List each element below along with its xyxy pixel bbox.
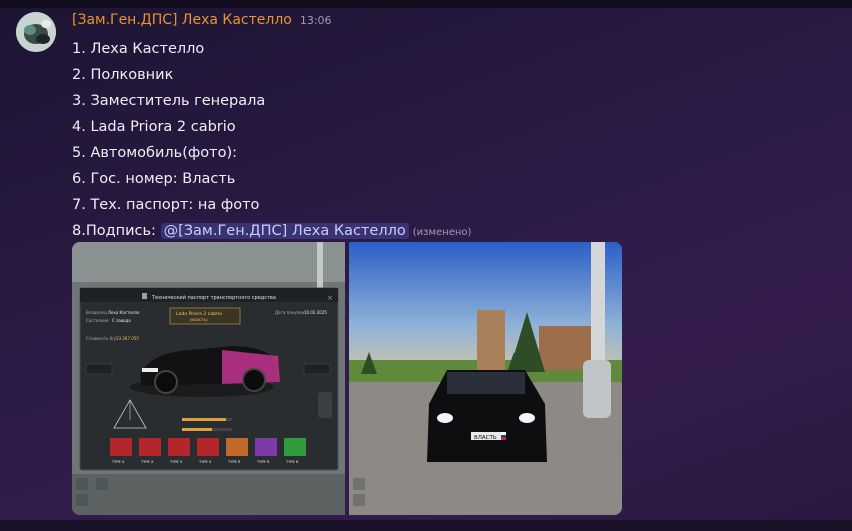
bottom-bar xyxy=(0,520,852,531)
type-card xyxy=(284,438,306,456)
message-line: 4. Lada Priora 2 cabrio xyxy=(72,119,236,135)
passport-title: Технический паспорт транспортного средст… xyxy=(151,294,276,301)
type-card xyxy=(110,438,132,456)
cost-value: 13 267 055 xyxy=(116,336,139,341)
car-sub: (ВЛАСТЬ) xyxy=(190,318,208,322)
message-username[interactable]: [Зам.Ген.ДПС] Леха Кастелло xyxy=(72,12,292,28)
message-header: [Зам.Ген.ДПС] Леха Кастелло 13:06 xyxy=(72,12,332,32)
user-avatar[interactable] xyxy=(16,12,56,52)
user-mention[interactable]: @[Зам.Ген.ДПС] Леха Кастелло xyxy=(160,223,409,239)
message-line: 5. Автомобиль(фото): xyxy=(72,145,238,161)
passport-doc-icon xyxy=(142,293,147,299)
type-card-label: TYPE X xyxy=(198,460,212,464)
type-card xyxy=(226,438,248,456)
type-card xyxy=(255,438,277,456)
passport-close-icon: × xyxy=(327,294,333,302)
message-line: 1. Леха Кастелло xyxy=(72,41,205,57)
owner-value: Леха Кастелло xyxy=(108,310,140,315)
message-line: 2. Полковник xyxy=(72,67,174,83)
purchase-date: 10.02.2025 xyxy=(304,310,327,315)
message-line: 7. Тех. паспорт: на фото xyxy=(72,197,260,213)
condition-value: С завода xyxy=(112,318,131,323)
attachment-car-photo[interactable]: ВЛАСТЬ xyxy=(349,242,622,515)
building-tower xyxy=(477,310,505,370)
message-line: 3. Заместитель генерала xyxy=(72,93,266,109)
edited-label: (изменено) xyxy=(412,227,472,238)
type-card-label: TYPE R xyxy=(285,460,299,464)
license-plate: ВЛАСТЬ xyxy=(474,435,497,441)
type-card xyxy=(197,438,219,456)
type-card-label: TYPE R xyxy=(256,460,270,464)
type-card-label: TYPE X xyxy=(111,460,125,464)
type-card-label: TYPE X xyxy=(140,460,154,464)
message-content: 1. Леха Кастелло 2. Полковник 3. Замести… xyxy=(72,36,471,244)
type-card-label: TYPE X xyxy=(169,460,183,464)
car-name: Lada Priora 2 cabrio xyxy=(176,311,222,317)
signature-line: 8.Подпись: @[Зам.Ген.ДПС] Леха Кастелло(… xyxy=(72,218,471,244)
type-card xyxy=(168,438,190,456)
message-line: 6. Гос. номер: Власть xyxy=(72,171,236,187)
top-bar xyxy=(0,0,852,8)
attachment-passport-image[interactable]: Технический паспорт транспортного средст… xyxy=(72,242,345,515)
type-card xyxy=(139,438,161,456)
cost-label: Стоимость б/у: xyxy=(86,336,117,341)
condition-label: Состояние: xyxy=(86,318,110,323)
owner-label: Владелец: xyxy=(86,310,108,315)
car-front: ВЛАСТЬ xyxy=(427,370,547,462)
purchase-label: Дата покупки: xyxy=(275,310,305,315)
signature-label: 8.Подпись: xyxy=(72,223,161,239)
message-timestamp: 13:06 xyxy=(299,14,332,27)
type-card-label: TYPE R xyxy=(227,460,241,464)
